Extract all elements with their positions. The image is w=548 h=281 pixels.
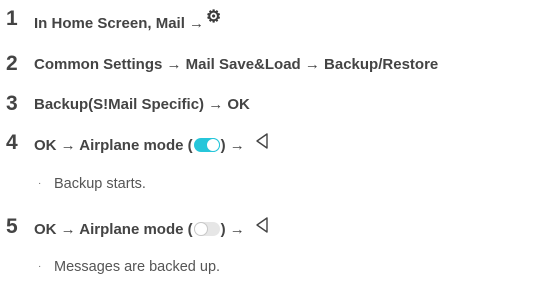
bullet: · bbox=[38, 261, 42, 272]
step-text: OK → Airplane mode ( ) → bbox=[34, 217, 269, 239]
step-number: 2 bbox=[6, 52, 18, 75]
back-triangle-icon bbox=[255, 217, 269, 237]
step-number: 4 bbox=[6, 131, 18, 154]
airplane-mode-toggle-on bbox=[193, 138, 220, 152]
back-triangle-icon bbox=[255, 133, 269, 153]
step-text: In Home Screen, Mail → ⚙ bbox=[34, 7, 221, 33]
note-text: Backup starts. bbox=[54, 176, 146, 192]
step-text: Common Settings → Mail Save&Load → Backu… bbox=[34, 56, 439, 73]
airplane-mode-toggle-off bbox=[193, 222, 220, 236]
note-messages-backed-up: · Messages are backed up. bbox=[38, 259, 220, 275]
step-4-label-after: ) → bbox=[220, 136, 245, 154]
step-number: 5 bbox=[6, 215, 18, 238]
step-5-label-before: OK → Airplane mode ( bbox=[34, 220, 193, 238]
step-4-label-before: OK → Airplane mode ( bbox=[34, 136, 193, 154]
toggle-knob bbox=[193, 222, 208, 236]
step-text: OK → Airplane mode ( ) → bbox=[34, 133, 269, 155]
step-text: Backup(S!Mail Specific) → OK bbox=[34, 96, 250, 113]
toggle-knob bbox=[205, 138, 220, 152]
bullet: · bbox=[38, 178, 42, 189]
gear-icon: ⚙ bbox=[206, 7, 222, 26]
note-backup-starts: · Backup starts. bbox=[38, 176, 146, 192]
note-text: Messages are backed up. bbox=[54, 259, 221, 275]
step-number: 3 bbox=[6, 92, 18, 115]
step-1-label: In Home Screen, Mail → bbox=[34, 14, 205, 32]
step-5-label-after: ) → bbox=[220, 220, 245, 238]
step-number: 1 bbox=[6, 7, 18, 30]
